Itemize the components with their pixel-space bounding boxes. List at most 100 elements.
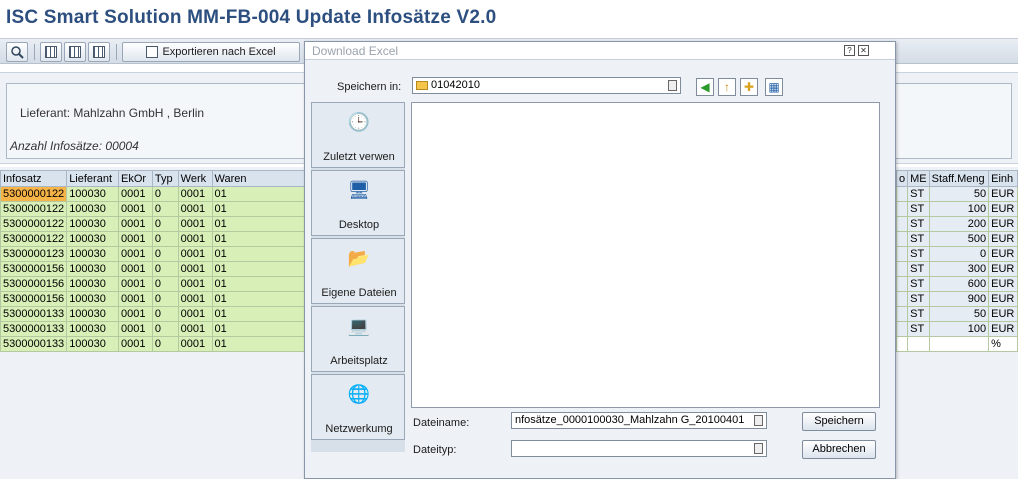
table-cell[interactable]: 100030 bbox=[66, 216, 119, 232]
table-row[interactable]: ST 100 EUR bbox=[895, 321, 1018, 337]
save-in-dropdown[interactable]: 01042010 bbox=[412, 77, 681, 94]
table-row[interactable]: 5300000122 100030 0001 0 0001 01 bbox=[0, 216, 307, 232]
close-icon[interactable]: ✕ bbox=[858, 45, 869, 56]
place-documents[interactable]: 📂 Eigene Dateien bbox=[311, 238, 405, 304]
table-row[interactable]: 5300000133 100030 0001 0 0001 01 bbox=[0, 336, 307, 352]
table-cell[interactable]: 0 bbox=[151, 231, 179, 247]
table-cell[interactable]: 0 bbox=[151, 336, 179, 352]
table-cell[interactable]: 100030 bbox=[66, 291, 119, 307]
table-cell[interactable]: ST bbox=[907, 246, 930, 262]
table-cell[interactable]: 5300000122 bbox=[0, 186, 68, 202]
table-cell[interactable]: 100030 bbox=[66, 201, 119, 217]
table-cell[interactable] bbox=[895, 216, 909, 232]
table-cell[interactable]: 0 bbox=[151, 276, 179, 292]
table-cell[interactable]: ST bbox=[907, 186, 930, 202]
table-cell[interactable]: ST bbox=[907, 291, 930, 307]
col-header-ekor[interactable]: EkOr bbox=[118, 170, 153, 187]
table-cell[interactable]: 5300000156 bbox=[0, 276, 68, 292]
place-computer[interactable]: 💻 Arbeitsplatz bbox=[311, 306, 405, 372]
table-cell[interactable]: 5300000133 bbox=[0, 336, 68, 352]
table-cell[interactable]: EUR bbox=[988, 186, 1018, 202]
details-button[interactable] bbox=[6, 42, 28, 62]
table-cell[interactable] bbox=[895, 201, 909, 217]
table-cell[interactable]: 0001 bbox=[118, 321, 153, 337]
table-row[interactable]: 5300000133 100030 0001 0 0001 01 bbox=[0, 306, 307, 322]
table-cell[interactable]: 0001 bbox=[177, 321, 213, 337]
col-header-infosatz[interactable]: Infosatz bbox=[0, 170, 68, 187]
filetype-dropdown[interactable] bbox=[511, 440, 767, 457]
table-row[interactable]: 5300000122 100030 0001 0 0001 01 bbox=[0, 201, 307, 217]
table-cell[interactable]: EUR bbox=[988, 261, 1018, 277]
save-button[interactable]: Speichern bbox=[802, 412, 876, 431]
table-row[interactable]: ST 100 EUR bbox=[895, 201, 1018, 217]
table-cell[interactable]: EUR bbox=[988, 201, 1018, 217]
place-network[interactable]: 🌐 Netzwerkumg bbox=[311, 374, 405, 440]
table-cell[interactable]: 0 bbox=[151, 186, 179, 202]
table-cell[interactable]: ST bbox=[907, 216, 930, 232]
col-header-o[interactable]: o bbox=[895, 170, 909, 187]
table-row[interactable]: ST 300 EUR bbox=[895, 261, 1018, 277]
place-desktop[interactable]: 🖥 Desktop bbox=[311, 170, 405, 236]
table-row[interactable]: ST 50 EUR bbox=[895, 186, 1018, 202]
table-cell[interactable]: 01 bbox=[211, 186, 307, 202]
table-cell[interactable] bbox=[895, 246, 909, 262]
table-cell[interactable]: 100030 bbox=[66, 321, 119, 337]
table-cell[interactable]: ST bbox=[907, 276, 930, 292]
file-list-area[interactable] bbox=[411, 102, 880, 408]
col-header-lieferant[interactable]: Lieferant bbox=[66, 170, 119, 187]
table-cell[interactable]: 100030 bbox=[66, 186, 119, 202]
up-folder-icon[interactable]: ↑ bbox=[718, 78, 736, 96]
table-cell[interactable] bbox=[895, 186, 909, 202]
table-cell[interactable] bbox=[928, 336, 990, 352]
table-cell[interactable]: 0001 bbox=[177, 231, 213, 247]
table-row[interactable]: % bbox=[895, 336, 1018, 352]
table-cell[interactable]: ST bbox=[907, 321, 930, 337]
table-row[interactable]: ST 0 EUR bbox=[895, 246, 1018, 262]
table-cell[interactable]: 01 bbox=[211, 246, 307, 262]
table-cell[interactable]: 5300000122 bbox=[0, 216, 68, 232]
table-cell[interactable]: 5300000156 bbox=[0, 291, 68, 307]
table-cell[interactable]: 0001 bbox=[177, 306, 213, 322]
table-cell[interactable]: 0001 bbox=[118, 186, 153, 202]
table-row[interactable]: 5300000133 100030 0001 0 0001 01 bbox=[0, 321, 307, 337]
table-cell[interactable]: 0001 bbox=[177, 261, 213, 277]
table-row[interactable]: 5300000122 100030 0001 0 0001 01 bbox=[0, 231, 307, 247]
back-icon[interactable]: ◀ bbox=[696, 78, 714, 96]
table-cell[interactable]: 0001 bbox=[177, 201, 213, 217]
table-cell[interactable]: 600 bbox=[928, 276, 990, 292]
table-cell[interactable]: 100 bbox=[928, 201, 990, 217]
col-header-typ[interactable]: Typ bbox=[151, 170, 179, 187]
table-cell[interactable]: 0 bbox=[151, 201, 179, 217]
table-cell[interactable]: 300 bbox=[928, 261, 990, 277]
table-cell[interactable]: 0 bbox=[151, 246, 179, 262]
table-cell[interactable]: EUR bbox=[988, 216, 1018, 232]
table-cell[interactable]: 50 bbox=[928, 306, 990, 322]
table-cell[interactable]: 100030 bbox=[66, 231, 119, 247]
filter-button[interactable] bbox=[88, 42, 110, 62]
layout-button[interactable] bbox=[40, 42, 62, 62]
table-cell[interactable]: 0001 bbox=[177, 291, 213, 307]
table-row[interactable]: 5300000156 100030 0001 0 0001 01 bbox=[0, 291, 307, 307]
new-folder-icon[interactable]: ✚ bbox=[740, 78, 758, 96]
table-cell[interactable]: ST bbox=[907, 306, 930, 322]
col-header-staffmeng[interactable]: Staff.Meng bbox=[928, 170, 990, 187]
table-cell[interactable]: EUR bbox=[988, 321, 1018, 337]
table-cell[interactable]: 0001 bbox=[177, 246, 213, 262]
table-cell[interactable]: 200 bbox=[928, 216, 990, 232]
table-cell[interactable]: 0001 bbox=[177, 186, 213, 202]
table-cell[interactable]: 01 bbox=[211, 291, 307, 307]
table-cell[interactable] bbox=[895, 261, 909, 277]
table-cell[interactable]: 5300000133 bbox=[0, 306, 68, 322]
col-header-einh[interactable]: Einh bbox=[988, 170, 1018, 187]
table-cell[interactable]: 0 bbox=[151, 261, 179, 277]
table-cell[interactable]: % bbox=[988, 336, 1018, 352]
table-cell[interactable]: ST bbox=[907, 231, 930, 247]
table-cell[interactable]: 0001 bbox=[118, 336, 153, 352]
table-cell[interactable]: 0001 bbox=[118, 201, 153, 217]
table-cell[interactable]: EUR bbox=[988, 276, 1018, 292]
table-row[interactable]: 5300000156 100030 0001 0 0001 01 bbox=[0, 261, 307, 277]
table-cell[interactable]: EUR bbox=[988, 231, 1018, 247]
table-cell[interactable]: 900 bbox=[928, 291, 990, 307]
table-cell[interactable]: 01 bbox=[211, 306, 307, 322]
table-cell[interactable]: 100030 bbox=[66, 261, 119, 277]
